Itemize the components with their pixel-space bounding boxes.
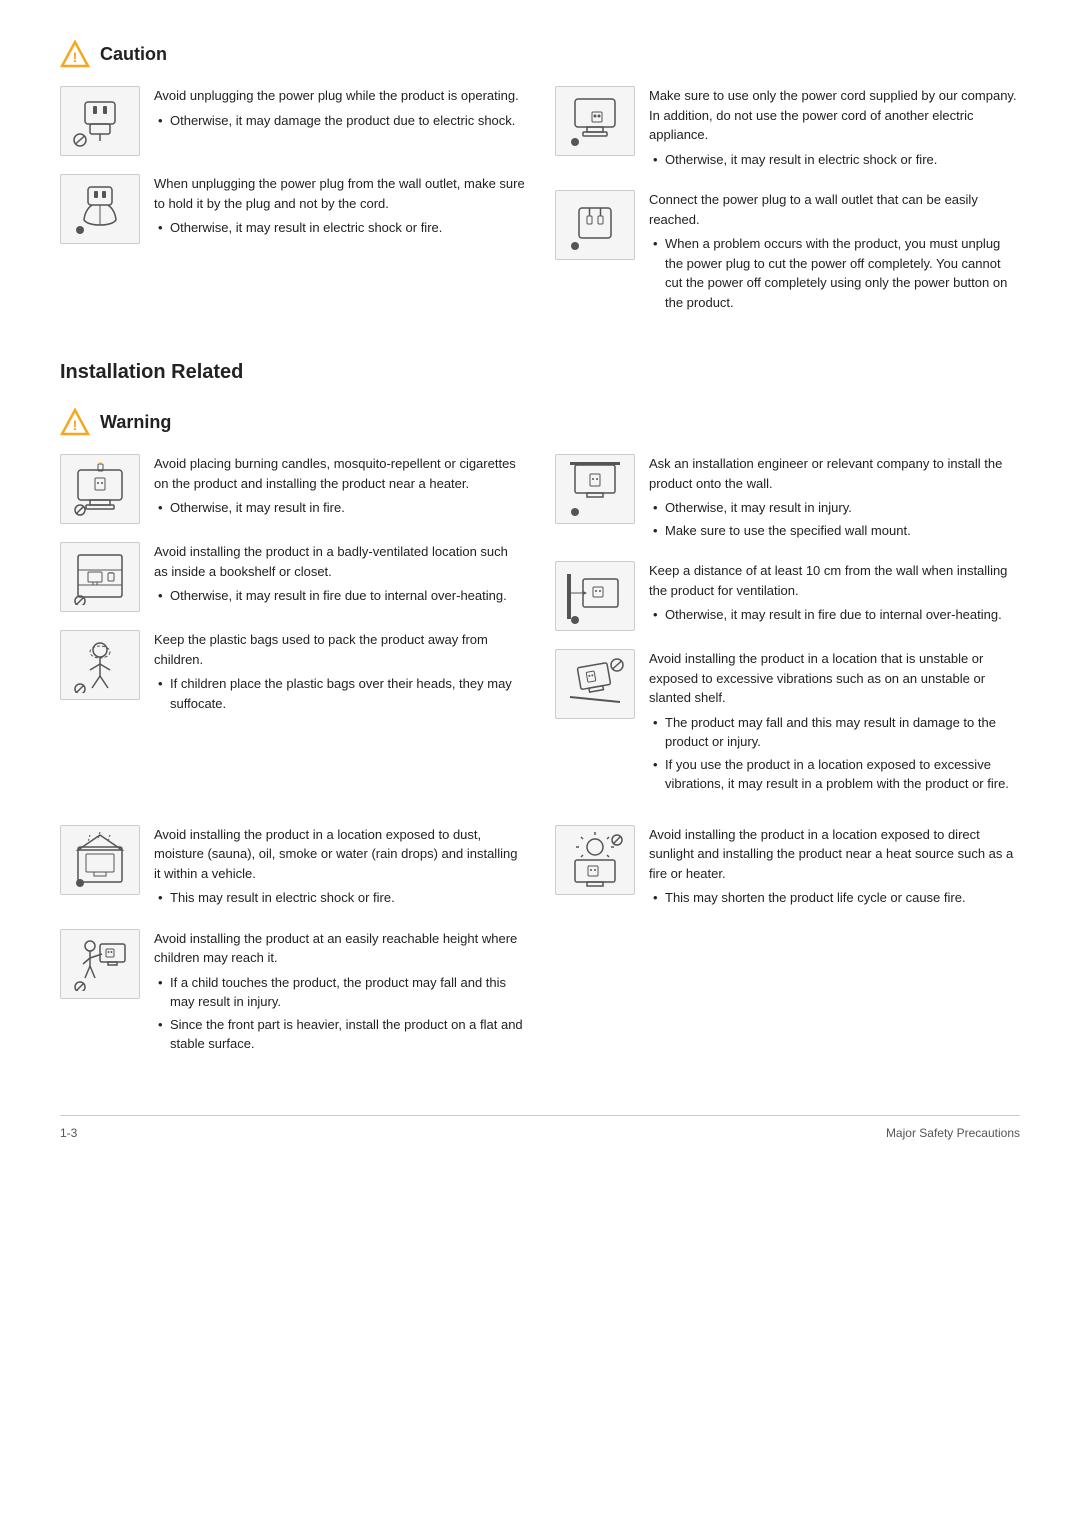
caution-text-1: Avoid unplugging the power plug while th… xyxy=(154,86,525,133)
installation-section: Installation Related ! Warning xyxy=(60,361,1020,1075)
caution-right-col: Make sure to use only the power cord sup… xyxy=(555,86,1020,333)
svg-text:!: ! xyxy=(73,49,78,65)
caution-icon: ! xyxy=(60,40,90,68)
warning-icon-7 xyxy=(60,825,140,895)
warning-icon-4 xyxy=(555,454,635,524)
candles-prohibited-icon xyxy=(70,462,130,517)
bookshelf-prohibited-icon xyxy=(70,550,130,605)
warning-item-5: Avoid installing the product at an easil… xyxy=(60,929,525,1057)
warning-item-3: Keep the plastic bags used to pack the p… xyxy=(60,630,525,716)
child-reach-icon xyxy=(70,936,130,991)
wall-mount-icon xyxy=(565,462,625,517)
caution-icon-1 xyxy=(60,86,140,156)
page-footer: 1-3 Major Safety Precautions xyxy=(60,1115,1020,1140)
svg-text:!: ! xyxy=(73,417,78,433)
caution-left-col: Avoid unplugging the power plug while th… xyxy=(60,86,525,333)
caution-right-item-1: Make sure to use only the power cord sup… xyxy=(555,86,1020,172)
warning-text-3: Keep the plastic bags used to pack the p… xyxy=(154,630,525,716)
warning-right-col: Ask an installation engineer or relevant… xyxy=(555,454,1020,815)
warning-right-text-3: Avoid installing the product in a locati… xyxy=(649,649,1020,797)
caution-right-text-2: Connect the power plug to a wall outlet … xyxy=(649,190,1020,315)
sunlight-icon xyxy=(565,832,625,887)
caution-right-item-2: Connect the power plug to a wall outlet … xyxy=(555,190,1020,315)
warning-icon-2 xyxy=(60,542,140,612)
caution-icon-2 xyxy=(60,174,140,244)
warning-item-2: Avoid installing the product in a badly-… xyxy=(60,542,525,612)
warning-icon-8 xyxy=(60,929,140,999)
installation-title: Installation Related xyxy=(60,361,1020,390)
warning-right-col-2: Avoid installing the product in a locati… xyxy=(555,825,1020,1075)
warning-right-item-3: Avoid installing the product in a locati… xyxy=(555,649,1020,797)
warning-text-5: Avoid installing the product at an easil… xyxy=(154,929,525,1057)
warning-text-4: Avoid installing the product in a locati… xyxy=(154,825,525,911)
warning-right-text-4: Avoid installing the product in a locati… xyxy=(649,825,1020,911)
warning-right-item-1: Ask an installation engineer or relevant… xyxy=(555,454,1020,543)
warning-icon-1 xyxy=(60,454,140,524)
plug-prohibited-icon xyxy=(70,94,130,149)
warning-text-2: Avoid installing the product in a badly-… xyxy=(154,542,525,609)
warning-left-col: Avoid placing burning candles, mosquito-… xyxy=(60,454,525,815)
power-cord-icon xyxy=(565,94,625,149)
caution-title: Caution xyxy=(100,44,167,65)
warning-text-1: Avoid placing burning candles, mosquito-… xyxy=(154,454,525,521)
caution-section: ! Caution xyxy=(60,40,1020,333)
caution-header: ! Caution xyxy=(60,40,1020,68)
caution-icon-4 xyxy=(555,190,635,260)
warning-item-4: Avoid installing the product in a locati… xyxy=(60,825,525,911)
warning-right-text-2: Keep a distance of at least 10 cm from t… xyxy=(649,561,1020,628)
warning-columns-2: Avoid installing the product in a locati… xyxy=(60,825,1020,1075)
page-number: 1-3 xyxy=(60,1126,77,1140)
warning-columns-1: Avoid placing burning candles, mosquito-… xyxy=(60,454,1020,815)
warning-right-item-2: Keep a distance of at least 10 cm from t… xyxy=(555,561,1020,631)
wall-outlet-icon xyxy=(565,198,625,253)
caution-columns: Avoid unplugging the power plug while th… xyxy=(60,86,1020,333)
warning-header: ! Warning xyxy=(60,408,1020,436)
warning-right-item-4: Avoid installing the product in a locati… xyxy=(555,825,1020,911)
moisture-prohibited-icon xyxy=(70,832,130,887)
warning-icon-3 xyxy=(60,630,140,700)
warning-left-col-2: Avoid installing the product in a locati… xyxy=(60,825,525,1075)
section-name: Major Safety Precautions xyxy=(886,1126,1020,1140)
caution-text-2: When unplugging the power plug from the … xyxy=(154,174,525,241)
warning-item-1: Avoid placing burning candles, mosquito-… xyxy=(60,454,525,524)
warning-icon-6 xyxy=(555,649,635,719)
warning-icon: ! xyxy=(60,408,90,436)
warning-icon-9 xyxy=(555,825,635,895)
warning-right-text-1: Ask an installation engineer or relevant… xyxy=(649,454,1020,543)
unplug-hand-icon xyxy=(70,182,130,237)
warning-icon-5 xyxy=(555,561,635,631)
warning-title: Warning xyxy=(100,412,171,433)
bag-children-icon xyxy=(70,638,130,693)
vibration-icon xyxy=(565,657,625,712)
caution-item-1: Avoid unplugging the power plug while th… xyxy=(60,86,525,156)
distance-icon xyxy=(565,569,625,624)
caution-icon-3 xyxy=(555,86,635,156)
caution-item-2: When unplugging the power plug from the … xyxy=(60,174,525,244)
caution-right-text-1: Make sure to use only the power cord sup… xyxy=(649,86,1020,172)
